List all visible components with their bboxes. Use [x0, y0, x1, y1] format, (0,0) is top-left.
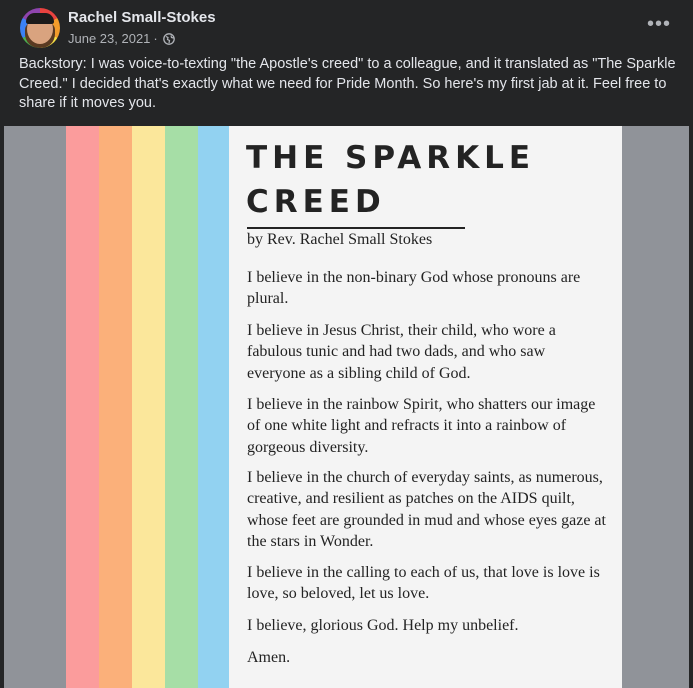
avatar[interactable]	[20, 8, 60, 48]
globe-icon[interactable]	[162, 32, 175, 45]
rainbow-stripe-blue	[198, 126, 231, 688]
creed-paragraph: Amen.	[247, 649, 291, 666]
creed-card: THE SPARKLE CREED by Rev. Rachel Small S…	[229, 126, 622, 688]
meta-separator: ·	[153, 31, 158, 46]
post-date[interactable]: June 23, 2021	[68, 31, 150, 46]
creed-byline: by Rev. Rachel Small Stokes	[247, 231, 433, 248]
creed-title-line1: THE SPARKLE	[246, 140, 536, 176]
creed-paragraph: I believe in Jesus Christ, their child, …	[247, 322, 556, 382]
creed-paragraph: I believe in the non-binary God whose pr…	[247, 269, 581, 308]
post-header: Rachel Small-Stokes June 23, 2021 · •••	[0, 0, 693, 52]
rainbow-stripe-yellow	[132, 126, 165, 688]
rainbow-stripe-orange	[99, 126, 132, 688]
title-underline	[247, 227, 465, 229]
creed-title-line2: CREED	[246, 184, 386, 220]
author-name[interactable]: Rachel Small-Stokes	[68, 9, 216, 26]
creed-paragraph: I believe in the church of everyday sain…	[247, 469, 606, 550]
more-options-icon[interactable]: •••	[647, 14, 671, 34]
creed-title: THE SPARKLE CREED	[246, 136, 535, 224]
creed-paragraph: I believe in the rainbow Spirit, who sha…	[247, 396, 596, 456]
avatar-cap	[26, 13, 54, 24]
post-text: Backstory: I was voice-to-texting "the A…	[19, 56, 676, 111]
rainbow-stripe-green	[165, 126, 198, 688]
post-meta: June 23, 2021 ·	[68, 31, 175, 46]
creed-paragraph: I believe in the calling to each of us, …	[247, 564, 600, 603]
creed-paragraph: I believe, glorious God. Help my unbelie…	[247, 617, 519, 634]
rainbow-stripe-red	[66, 126, 99, 688]
post-image[interactable]: THE SPARKLE CREED by Rev. Rachel Small S…	[4, 126, 689, 688]
